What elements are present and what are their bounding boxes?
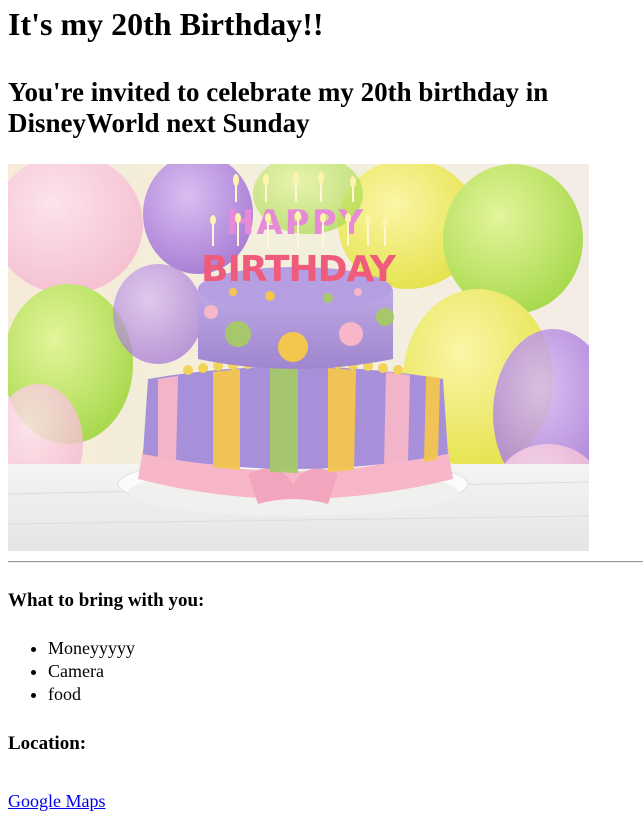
list-item: Camera [48, 660, 635, 683]
list-item: food [48, 683, 635, 706]
list-item: Moneyyyyy [48, 637, 635, 660]
divider [8, 561, 643, 563]
invitation-text: You're invited to celebrate my 20th birt… [8, 77, 549, 138]
bring-heading: What to bring with you: [8, 590, 205, 611]
cake-text-birthday: BIRTHDAY [201, 249, 397, 290]
location-heading: Location: [8, 733, 87, 754]
cake-text-happy: HAPPY [226, 203, 365, 243]
birthday-cake-image: HAPPY BIRTHDAY [8, 164, 589, 551]
google-maps-link[interactable]: Google Maps [8, 791, 106, 812]
page-heading: It's my 20th Birthday!! [8, 6, 324, 42]
bring-list: Moneyyyyy Camera food [8, 637, 635, 706]
